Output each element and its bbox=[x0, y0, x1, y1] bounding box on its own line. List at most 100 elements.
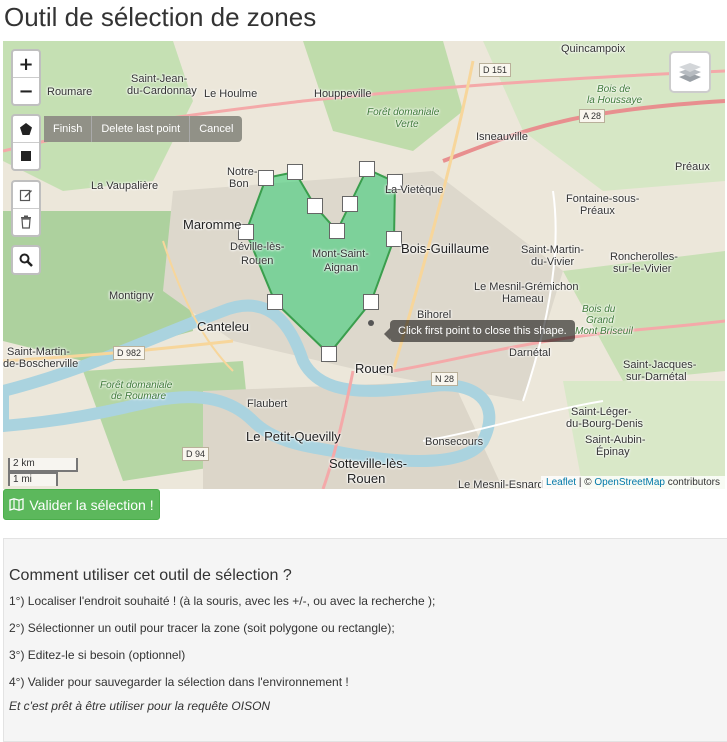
vertex-handle[interactable] bbox=[267, 294, 283, 310]
help-step: 3°) Editez-le si besoin (optionnel) bbox=[9, 648, 186, 662]
place-label: Préaux bbox=[675, 161, 710, 173]
map-attribution: Leaflet | © OpenStreetMap contributors bbox=[541, 476, 725, 489]
place-label: Rouen bbox=[355, 361, 394, 376]
place-label: Le Petit-Quevilly bbox=[246, 429, 341, 444]
place-label: Saint-Jacques- bbox=[623, 359, 697, 371]
scale-km: 2 km bbox=[8, 458, 78, 472]
road-label: D 94 bbox=[182, 447, 210, 461]
place-label: Le Mesnil-Grémichon bbox=[474, 281, 579, 293]
road-label: A 28 bbox=[579, 109, 606, 123]
zoom-control: + − bbox=[11, 49, 41, 106]
place-label: Sotteville-lès- bbox=[329, 456, 408, 471]
place-label: la Houssaye bbox=[587, 95, 643, 106]
search-button[interactable] bbox=[13, 247, 39, 273]
edit-layers-button[interactable] bbox=[13, 182, 39, 209]
draw-polygon-button[interactable] bbox=[13, 116, 39, 143]
draw-rectangle-button[interactable] bbox=[13, 143, 39, 169]
place-label: Mont-Saint- bbox=[312, 248, 369, 260]
leaflet-link[interactable]: Leaflet bbox=[546, 477, 576, 488]
help-step: 4°) Valider pour sauvegarder la sélectio… bbox=[9, 675, 349, 689]
place-label: Isneauville bbox=[476, 131, 528, 143]
place-label: de-Boscherville bbox=[3, 358, 79, 370]
place-label: Saint-Martin- bbox=[521, 244, 584, 256]
place-label: Saint-Léger- bbox=[571, 406, 632, 418]
place-label: Épinay bbox=[596, 446, 630, 458]
vertex-handle[interactable] bbox=[386, 231, 402, 247]
place-label: Saint-Aubin- bbox=[585, 434, 646, 446]
layers-button[interactable] bbox=[669, 51, 711, 93]
vertex-handle[interactable] bbox=[258, 170, 274, 186]
validate-selection-button[interactable]: Valider la sélection ! bbox=[3, 489, 160, 520]
edit-toolbar bbox=[11, 180, 41, 237]
place-label: Saint-Jean- bbox=[131, 73, 188, 85]
place-label: Fontaine-sous- bbox=[566, 193, 640, 205]
trash-icon bbox=[21, 215, 31, 229]
vertex-handle[interactable] bbox=[287, 164, 303, 180]
delete-layers-button[interactable] bbox=[13, 209, 39, 235]
place-label: Bonsecours bbox=[425, 436, 484, 448]
rectangle-icon bbox=[21, 151, 31, 161]
place-label: Houppeville bbox=[314, 88, 372, 100]
help-title: Comment utiliser cet outil de sélection … bbox=[9, 567, 292, 584]
place-label: Quincampoix bbox=[561, 43, 626, 55]
vertex-handle[interactable] bbox=[321, 346, 337, 362]
vertex-handle[interactable] bbox=[359, 161, 375, 177]
attribution-contributors: contributors bbox=[664, 477, 720, 488]
help-step: 1°) Localiser l'endroit souhaité ! (à la… bbox=[9, 594, 436, 608]
vertex-handle[interactable] bbox=[342, 196, 358, 212]
attribution-separator: | © bbox=[576, 477, 595, 488]
place-label: Forêt domaniale bbox=[367, 107, 440, 118]
edit-icon bbox=[19, 189, 32, 202]
place-label: Notre- bbox=[227, 166, 258, 178]
road-label: D 151 bbox=[479, 63, 512, 77]
place-label: Préaux bbox=[580, 205, 615, 217]
zoom-out-button[interactable]: − bbox=[13, 78, 39, 104]
place-label: Verte bbox=[395, 119, 419, 130]
map-icon bbox=[9, 498, 25, 511]
vertex-handle[interactable] bbox=[329, 223, 345, 239]
place-label: du-Cardonnay bbox=[127, 85, 197, 97]
polygon-icon bbox=[20, 123, 32, 135]
finish-button[interactable]: Finish bbox=[44, 116, 92, 142]
draw-actions: Finish Delete last point Cancel bbox=[44, 116, 243, 142]
page-title: Outil de sélection de zones bbox=[4, 2, 317, 32]
place-label: du-Vivier bbox=[531, 256, 575, 268]
layers-icon bbox=[679, 63, 701, 82]
search-icon bbox=[19, 253, 33, 267]
place-label: Bon bbox=[229, 178, 249, 190]
place-label: sur-le-Vivier bbox=[613, 263, 672, 275]
cancel-button[interactable]: Cancel bbox=[189, 116, 243, 142]
scale-mi: 1 mi bbox=[8, 472, 58, 486]
search-control bbox=[11, 245, 41, 275]
place-label: de Roumare bbox=[111, 391, 167, 402]
place-label: La Vietèque bbox=[385, 184, 444, 196]
place-label: La Vaupalière bbox=[91, 180, 159, 192]
place-label: Le Houlme bbox=[204, 88, 258, 100]
place-label: Saint-Martin- bbox=[7, 346, 70, 358]
draw-toolbar bbox=[11, 114, 41, 171]
help-note: Et c'est prêt à être utiliser pour la re… bbox=[9, 699, 271, 713]
place-label: Le Mesnil-Esnard bbox=[458, 479, 544, 489]
road-label: D 982 bbox=[113, 346, 146, 360]
map-view[interactable]: Roumare Saint-Jean- du-Cardonnay Le Houl… bbox=[3, 41, 725, 489]
place-label: du-Bourg-Denis bbox=[566, 418, 644, 430]
place-label: Roncherolles- bbox=[610, 251, 678, 263]
place-label: Flaubert bbox=[247, 398, 288, 410]
vertex-handle[interactable] bbox=[363, 294, 379, 310]
place-label: Bois-Guillaume bbox=[401, 241, 490, 256]
place-label: Maromme bbox=[183, 217, 242, 232]
zoom-in-button[interactable]: + bbox=[13, 51, 39, 78]
road-label: N 28 bbox=[431, 372, 459, 386]
place-label: sur-Darnétal bbox=[626, 371, 687, 383]
place-label: Hameau bbox=[502, 293, 544, 305]
place-label: Rouen bbox=[347, 471, 386, 486]
help-step: 2°) Sélectionner un outil pour tracer la… bbox=[9, 621, 395, 635]
place-label: Roumare bbox=[47, 86, 93, 98]
place-label: Aignan bbox=[324, 262, 359, 274]
osm-link[interactable]: OpenStreetMap bbox=[594, 477, 665, 488]
place-label: Mont Briseuil bbox=[575, 326, 633, 337]
vertex-handle[interactable] bbox=[307, 198, 323, 214]
scale-bar: 2 km 1 mi bbox=[8, 458, 78, 486]
delete-last-point-button[interactable]: Delete last point bbox=[91, 116, 190, 142]
validate-selection-label: Valider la sélection ! bbox=[29, 496, 154, 513]
